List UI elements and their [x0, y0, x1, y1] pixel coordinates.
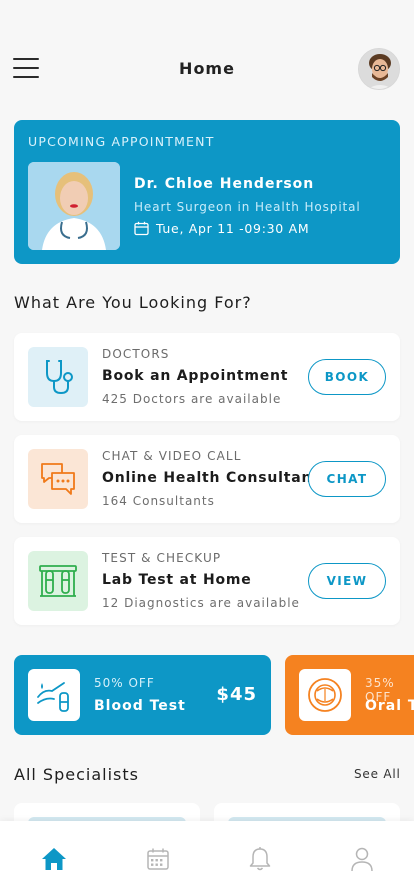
- service-icon-box: [28, 551, 88, 611]
- appointment-datetime: Tue, Apr 11 -09:30 AM: [156, 221, 310, 236]
- user-avatar-icon: [359, 49, 399, 89]
- appointment-label: UPCOMING APPOINTMENT: [28, 134, 215, 149]
- offer-icon-box: [28, 669, 80, 721]
- service-card-doctors[interactable]: DOCTORS Book an Appointment 425 Doctors …: [14, 333, 400, 421]
- calendar-icon: [147, 848, 169, 870]
- service-subtitle: 164 Consultants: [102, 494, 215, 508]
- bottom-nav: [0, 821, 414, 896]
- service-icon-box: [28, 449, 88, 509]
- nav-profile[interactable]: [348, 845, 376, 873]
- calendar-icon: [134, 221, 149, 236]
- view-button[interactable]: VIEW: [308, 563, 386, 599]
- stethoscope-icon: [46, 360, 73, 395]
- doctor-role: Heart Surgeon in Health Hospital: [134, 200, 361, 214]
- offer-icon-box: [299, 669, 351, 721]
- service-title: Book an Appointment: [102, 368, 289, 384]
- app-header: Home: [0, 40, 414, 100]
- book-button[interactable]: BOOK: [308, 359, 386, 395]
- offer-price: $45: [216, 684, 257, 705]
- service-card-chat[interactable]: CHAT & VIDEO CALL Online Health Consulta…: [14, 435, 400, 523]
- service-icon-box: [28, 347, 88, 407]
- service-subtitle: 12 Diagnostics are available: [102, 596, 300, 610]
- appointment-datetime-row: Tue, Apr 11 -09:30 AM: [134, 221, 309, 236]
- service-title: Online Health Consultant: [102, 470, 320, 486]
- bell-icon: [249, 847, 271, 871]
- avatar[interactable]: [358, 48, 400, 90]
- nav-home[interactable]: [40, 845, 68, 873]
- chat-icon: [41, 463, 75, 495]
- service-category: DOCTORS: [102, 347, 170, 361]
- nav-calendar[interactable]: [144, 845, 172, 873]
- service-title: Lab Test at Home: [102, 572, 252, 588]
- upcoming-appointment-card[interactable]: UPCOMING APPOINTMENT Dr. Chloe Henderson…: [14, 120, 400, 264]
- oral-test-icon: [308, 678, 342, 712]
- service-category: TEST & CHECKUP: [102, 551, 222, 565]
- offer-name: Oral Test: [365, 698, 414, 714]
- section-title: What Are You Looking For?: [14, 293, 252, 312]
- offer-card-oral-test[interactable]: 35% OFF Oral Test: [285, 655, 414, 735]
- nav-notifications[interactable]: [246, 845, 274, 873]
- chat-button[interactable]: CHAT: [308, 461, 386, 497]
- page-title: Home: [179, 59, 235, 78]
- blood-test-icon: [37, 682, 69, 712]
- see-all-link[interactable]: See All: [354, 767, 401, 781]
- offer-card-blood-test[interactable]: 50% OFF Blood Test $45: [14, 655, 271, 735]
- offer-name: Blood Test: [94, 698, 186, 714]
- offer-discount: 50% OFF: [94, 676, 155, 690]
- service-card-lab-test[interactable]: TEST & CHECKUP Lab Test at Home 12 Diagn…: [14, 537, 400, 625]
- test-tubes-icon: [39, 565, 77, 597]
- service-subtitle: 425 Doctors are available: [102, 392, 282, 406]
- doctor-photo: [28, 162, 120, 250]
- service-category: CHAT & VIDEO CALL: [102, 449, 242, 463]
- profile-icon: [351, 847, 373, 872]
- home-icon: [42, 848, 66, 870]
- specialists-title: All Specialists: [14, 765, 139, 784]
- doctor-name: Dr. Chloe Henderson: [134, 176, 315, 192]
